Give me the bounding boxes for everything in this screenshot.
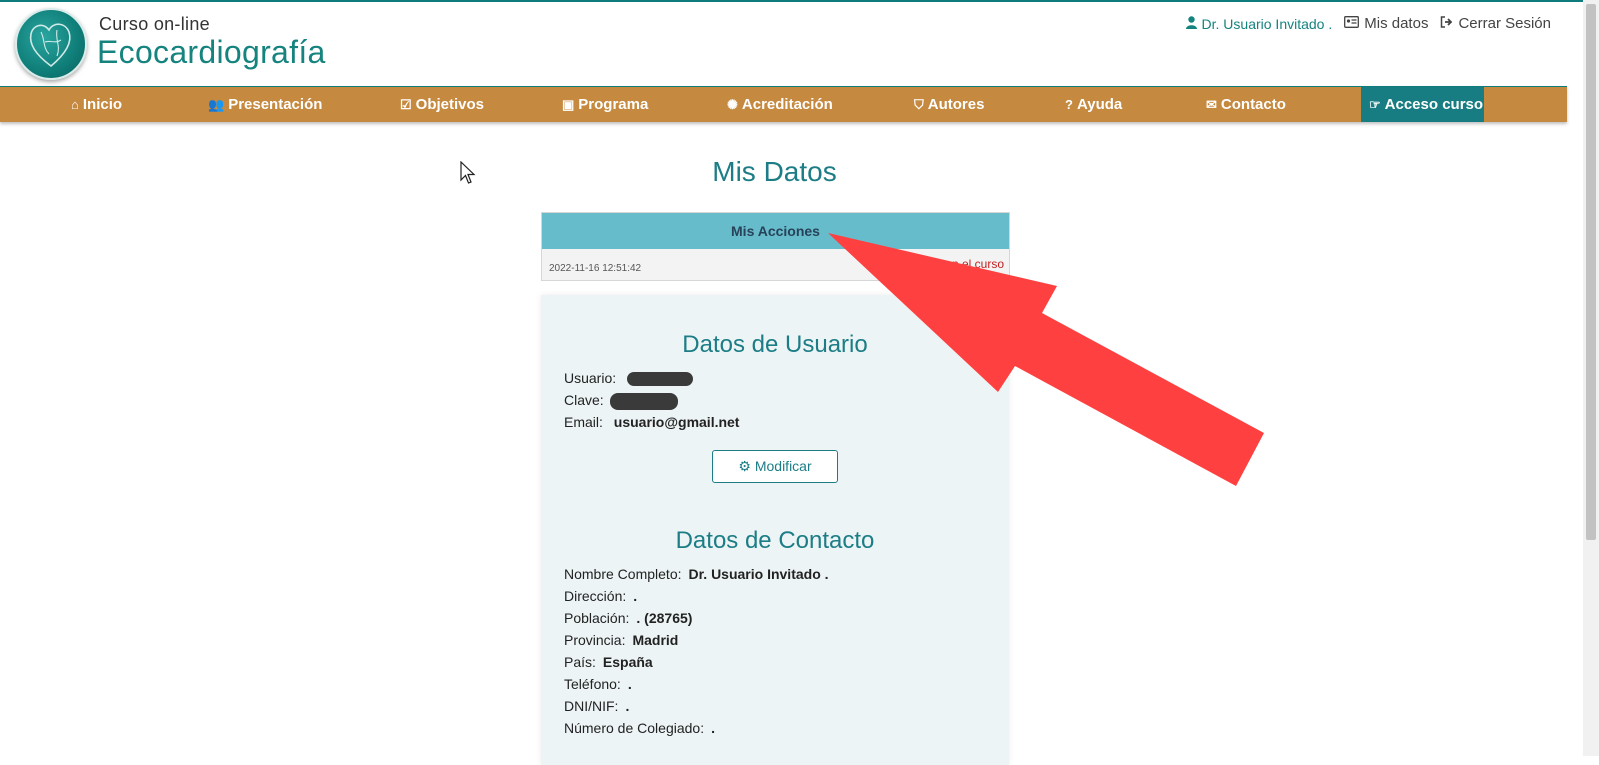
page-title: Mis Datos [712, 156, 837, 187]
hand-pointer-icon: ☞ [1369, 97, 1381, 112]
question-circle-icon: ? [1065, 97, 1073, 112]
contact-field: Dirección:. [564, 588, 637, 604]
field-label: Población: [564, 610, 630, 626]
field-value: España [602, 654, 653, 670]
field-label: Teléfono: [564, 676, 621, 692]
brand-subtitle: Curso on-line [99, 14, 210, 34]
field-label: Dirección: [564, 588, 627, 604]
user-name-link[interactable]: Dr. Usuario Invitado . [1185, 15, 1333, 32]
field-label: DNI/NIF: [564, 698, 619, 714]
redacted-username [627, 372, 694, 387]
email-label: Email: [564, 414, 603, 430]
mouse-cursor-icon [460, 161, 476, 184]
contact-field: Población: . (28765) [564, 610, 692, 626]
id-card-icon [1344, 15, 1360, 32]
nav-item-presentacion[interactable]: 👥 Presentación [208, 87, 322, 122]
contact-field: Nombre Completo: Dr. Usuario Invitado . [564, 566, 829, 582]
scrollbar-thumb[interactable] [1586, 4, 1596, 540]
field-value: . (28765) [636, 610, 693, 626]
site-header: Curso on-line Ecocardiografía Dr. Usuari… [0, 2, 1583, 86]
field-label: Número de Colegiado: [564, 720, 705, 736]
field-value: . [625, 698, 630, 714]
user-icon [1185, 15, 1197, 32]
field-label: País: [564, 654, 596, 670]
vertical-scrollbar[interactable] [1583, 0, 1599, 756]
contact-field: País: España [564, 654, 653, 670]
nav-item-autores[interactable]: ⛉ Autores [914, 87, 984, 122]
contact-section-title: Datos de Contacto [675, 527, 875, 554]
modify-button-label: Modificar [754, 458, 812, 474]
users-icon: 👥 [208, 97, 225, 112]
logo[interactable] [15, 8, 87, 80]
action-date: 2022-11-16 12:51:42 [549, 263, 642, 274]
nav-item-acreditacion[interactable]: ✺ Acreditación [727, 87, 833, 122]
field-value: . [711, 720, 715, 736]
main-navbar: ⌂ Inicio 👥 Presentación ☑ Objetivos ▣ Progra… [0, 86, 1567, 122]
brand-title: Ecocardiografía [97, 34, 326, 70]
nav-label: Contacto [1220, 96, 1286, 113]
nav-item-inicio[interactable]: ⌂ Inicio [71, 87, 122, 122]
contact-field: DNI/NIF:. [564, 698, 629, 714]
field-value: . [627, 676, 632, 692]
sign-out-icon [1440, 15, 1453, 32]
nav-item-acceso-curso[interactable]: ☞ Acceso curso [1361, 87, 1484, 122]
nav-label: Presentación [228, 96, 323, 113]
gear-icon: ⚙ [738, 458, 751, 474]
usuario-label: Usuario: [564, 370, 617, 386]
annotation-arrow-icon [828, 233, 1264, 486]
field-label: Nombre Completo: [564, 566, 682, 582]
nav-label: Inicio [82, 96, 123, 113]
nav-item-programa[interactable]: ▣ Programa [562, 87, 648, 122]
nav-item-objetivos[interactable]: ☑ Objetivos [400, 87, 484, 122]
nav-label: Acreditación [741, 96, 833, 113]
nav-label: Acceso curso [1384, 96, 1484, 113]
my-data-link[interactable]: Mis datos [1344, 15, 1428, 32]
usuario-row: Usuario: [564, 370, 694, 387]
contact-field: Teléfono:. [564, 676, 632, 692]
nav-label: Objetivos [415, 96, 485, 113]
contact-field: Provincia: Madrid [564, 632, 678, 648]
user-links: Dr. Usuario Invitado . Mis datos Cerrar … [1185, 15, 1551, 32]
clave-row: Clave: [564, 392, 678, 410]
email-value: usuario@gmail.net [613, 414, 740, 430]
shield-icon: ⛉ [914, 97, 924, 112]
nav-item-contacto[interactable]: ✉ Contacto [1206, 87, 1286, 122]
home-icon: ⌂ [71, 97, 79, 112]
contact-field: Número de Colegiado:. [564, 720, 715, 736]
badge-icon: ✺ [727, 97, 738, 112]
email-row: Email: usuario@gmail.net [564, 414, 739, 430]
field-value: Dr. Usuario Invitado . [688, 566, 829, 582]
check-square-icon: ☑ [400, 97, 412, 112]
field-value: . [633, 588, 638, 604]
nav-label: Ayuda [1076, 96, 1123, 113]
field-value: Madrid [632, 632, 679, 648]
nav-item-ayuda[interactable]: ? Ayuda [1065, 87, 1122, 122]
clave-label: Clave: [564, 392, 604, 408]
logout-link[interactable]: Cerrar Sesión [1440, 15, 1551, 32]
my-data-label: Mis datos [1364, 15, 1429, 32]
heart-logo-icon [29, 23, 71, 68]
envelope-icon: ✉ [1206, 97, 1217, 112]
logout-label: Cerrar Sesión [1458, 15, 1551, 32]
redacted-password [609, 392, 678, 410]
nav-label: Programa [578, 96, 649, 113]
user-name: Dr. Usuario Invitado . [1201, 15, 1333, 32]
nav-label: Autores [927, 96, 985, 113]
calendar-check-icon: ▣ [562, 97, 575, 112]
field-label: Provincia: [564, 632, 626, 648]
